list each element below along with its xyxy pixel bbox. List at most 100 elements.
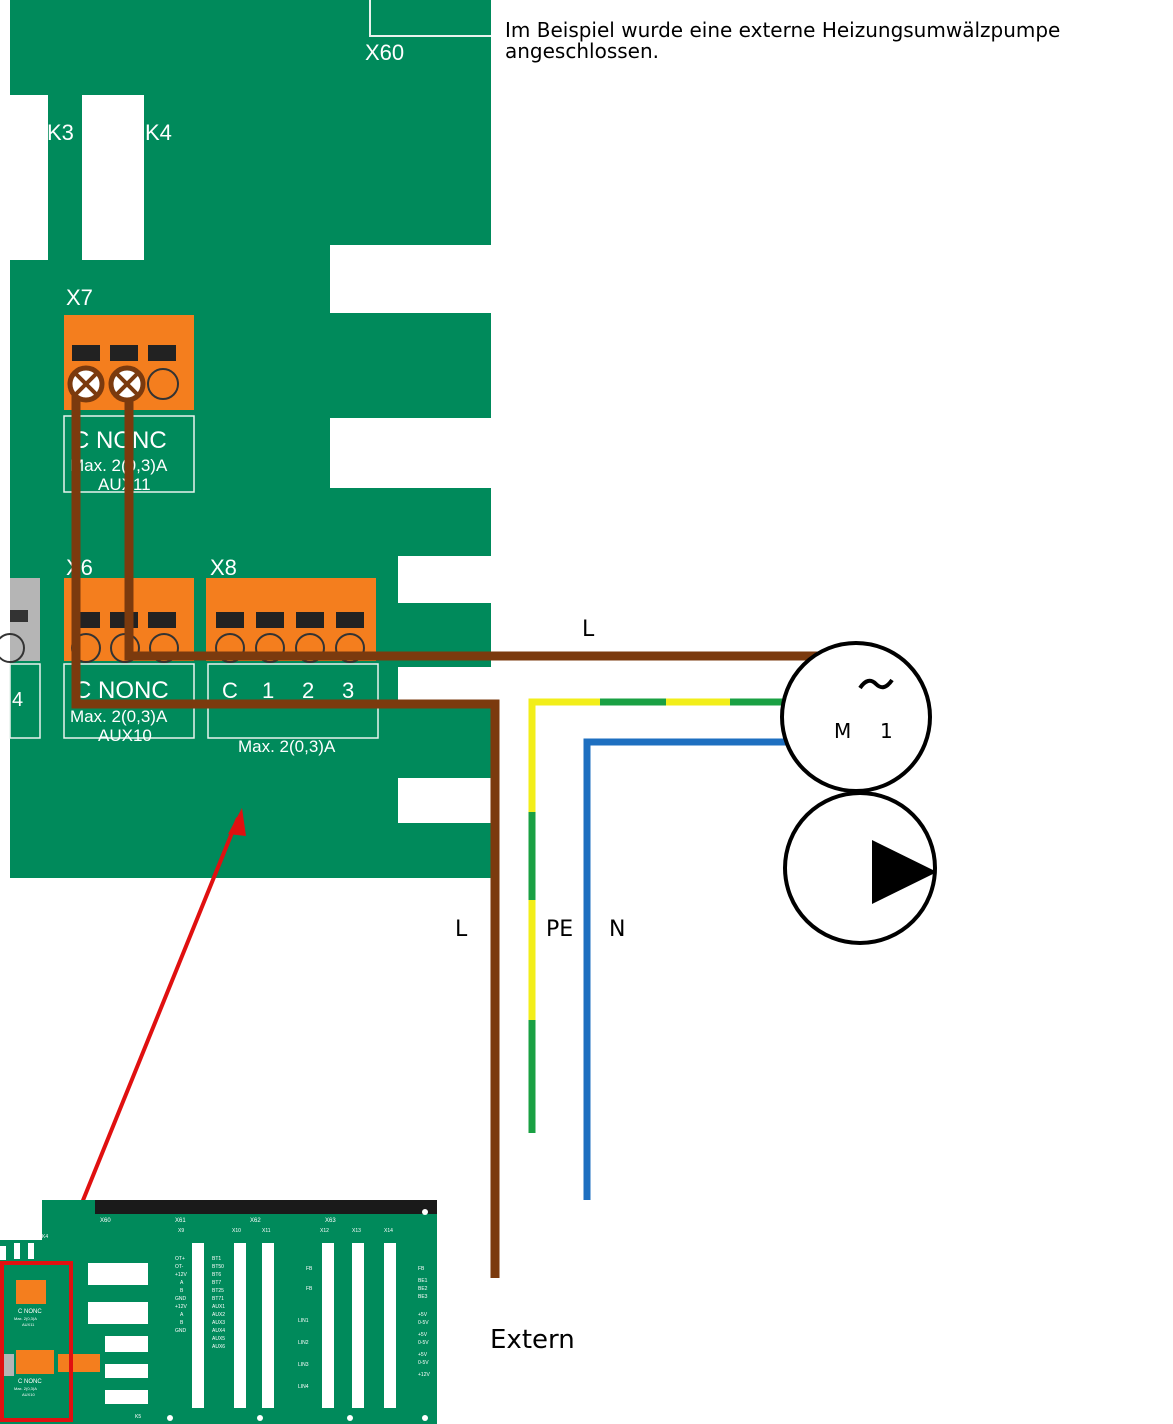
overview-x14: X14 [384, 1228, 393, 1234]
overview-relay-k4: K4 [42, 1234, 48, 1240]
pump-symbol [783, 791, 937, 945]
x7-contact-c-icon [67, 365, 105, 403]
overview-gray-terminal [4, 1354, 14, 1376]
overview-col4-label: 0-5V [418, 1340, 429, 1346]
overview-relay-k5: K5 [135, 1414, 141, 1420]
wire-label-pe: PE [546, 917, 573, 942]
x7-slot [72, 345, 100, 361]
overview-top-white [0, 1200, 42, 1240]
overview-col2-label: BT1 [212, 1256, 221, 1262]
x8-slot [336, 612, 364, 628]
overview-col2-label: AUX6 [212, 1344, 225, 1350]
x6-slot [148, 612, 176, 628]
overview-col3-label: FB [306, 1286, 313, 1292]
overview-col1-label: GND [175, 1328, 187, 1334]
overview-mount-hole [347, 1415, 353, 1421]
overview-x62: X62 [250, 1218, 261, 1224]
x7-pins: C NONC [72, 427, 167, 454]
overview-x12: X12 [320, 1228, 329, 1234]
overview-x63: X63 [325, 1218, 336, 1224]
overview-terminal-col [192, 1243, 204, 1408]
overview-x11: X11 [262, 1228, 271, 1234]
connector-x60-label: X60 [365, 40, 404, 65]
wiring-diagram: X60 K3 K4 4 X7 C NONC Max. 2(0,3)A AUX11… [0, 0, 937, 1424]
motor-phase: 1 [880, 719, 893, 743]
overview-x7-rating: Max. 2(0,3)A [14, 1316, 37, 1321]
overview-mount-hole [422, 1415, 428, 1421]
overview-relay-block [105, 1336, 148, 1352]
overview-col4-label: +12V [418, 1372, 430, 1378]
x8-pin-c: C [222, 678, 238, 703]
overview-terminal-col [384, 1243, 396, 1408]
overview-relay [0, 1246, 6, 1260]
overview-mount-hole [422, 1209, 428, 1215]
relay-k3-left [10, 95, 48, 260]
overview-col2-label: AUX3 [212, 1320, 225, 1326]
overview-col4-label: 0-5V [418, 1360, 429, 1366]
overview-terminal-col [262, 1243, 274, 1408]
overview-x9: X9 [178, 1228, 184, 1234]
overview-relay [14, 1243, 20, 1259]
pointer-arrow-line [56, 817, 240, 1263]
relay-k4-label: K4 [145, 120, 172, 145]
wire-pe-yellow [528, 698, 786, 1020]
motor-label: M [834, 719, 851, 743]
x8-slot [296, 612, 324, 628]
overview-col3-label: LIN2 [298, 1340, 309, 1346]
overview-col1-label: OT+ [175, 1256, 185, 1262]
relay-k4 [82, 95, 144, 260]
overview-col4-label: +5V [418, 1352, 428, 1358]
overview-x6-pins: C NONC [18, 1379, 42, 1385]
overview-relay-k3: K3 [135, 1276, 141, 1282]
overview-relay-k8: K8 [135, 1314, 141, 1320]
overview-col3-label: LIN3 [298, 1362, 309, 1368]
overview-x6-aux: AUX10 [22, 1392, 35, 1397]
x7-rating: Max. 2(0,3)A [70, 456, 168, 475]
relay-k3-label: K3 [47, 120, 74, 145]
overview-col1-label: OT- [175, 1264, 184, 1270]
wire-label-l-top: L [582, 617, 595, 642]
x7-contact-no-icon [108, 365, 146, 403]
motor-symbol: M 1 [780, 641, 932, 793]
overview-col2-label: BT50 [212, 1264, 224, 1270]
board-slot [330, 418, 491, 488]
overview-col2-label: AUX2 [212, 1312, 225, 1318]
gray-terminal-slot [10, 610, 28, 622]
overview-col2-label: AUX5 [212, 1336, 225, 1342]
overview-x60: X60 [100, 1218, 111, 1224]
left-partial-label: 4 [12, 689, 23, 711]
x6-slot [110, 612, 138, 628]
x8-title: X8 [210, 555, 237, 580]
overview-col1-label: +12V [175, 1304, 187, 1310]
overview-col2-label: AUX4 [212, 1328, 225, 1334]
overview-x10: X10 [232, 1228, 241, 1234]
overview-top-strip [95, 1200, 437, 1214]
overview-x6-rating: Max. 2(0,3)A [14, 1386, 37, 1391]
overview-col3-label: FB [306, 1266, 313, 1272]
board-slot [330, 245, 491, 313]
overview-col2-label: AUX1 [212, 1304, 225, 1310]
x8-slot [216, 612, 244, 628]
overview-col4-label: BE3 [418, 1294, 428, 1300]
overview-x7-aux: AUX11 [22, 1322, 35, 1327]
overview-terminal-col [234, 1243, 246, 1408]
overview-mount-hole [167, 1415, 173, 1421]
x7-slot [110, 345, 138, 361]
overview-relay-block [105, 1390, 148, 1404]
x7-slot [148, 345, 176, 361]
overview-col1-label: +12V [175, 1272, 187, 1278]
pe-stripes [528, 698, 730, 1020]
overview-relay [28, 1243, 34, 1259]
x6-rating: Max. 2(0,3)A [70, 707, 168, 726]
overview-col4-label: FB [418, 1266, 425, 1272]
overview-x61: X61 [175, 1218, 186, 1224]
wire-label-l: L [455, 917, 468, 942]
overview-col4-label: +5V [418, 1312, 428, 1318]
overview-board: 0 X60 X61 X62 X63 K4 K3 K8 K7 K6 K5 C NO… [0, 1200, 437, 1424]
overview-relay-k7: K7 [135, 1342, 141, 1348]
overview-x8 [58, 1354, 100, 1372]
overview-col4-label: BE2 [418, 1286, 428, 1292]
overview-col2-label: BT7 [212, 1280, 221, 1286]
overview-mount-hole [257, 1415, 263, 1421]
x7-title: X7 [66, 285, 93, 310]
